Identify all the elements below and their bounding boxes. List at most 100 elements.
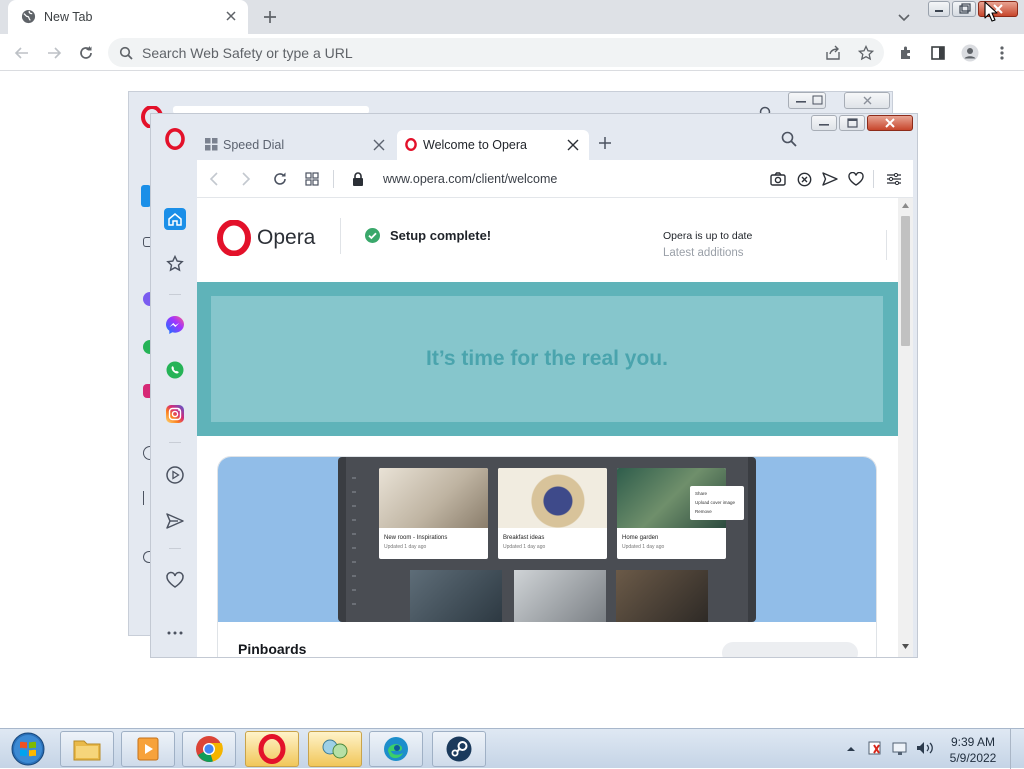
page-header: Opera Setup complete! Opera is up to dat… <box>197 198 898 282</box>
pin-context-menu: Share Upload cover image Remove <box>690 486 744 520</box>
speed-dial-grid-icon[interactable] <box>303 170 321 188</box>
pinboards-card: New room - Inspirations Updated 1 day ag… <box>217 456 877 657</box>
chrome-tab-title: New Tab <box>44 10 93 24</box>
player-icon[interactable] <box>164 464 186 486</box>
pin-subtitle: Updated 1 day ago <box>622 544 665 550</box>
page-scrollbar[interactable] <box>898 198 913 657</box>
pin-card: Breakfast ideas Updated 1 day ago <box>498 468 607 559</box>
opera-logo-icon[interactable] <box>165 128 185 150</box>
easy-setup-icon[interactable] <box>885 170 903 188</box>
extensions-icon[interactable] <box>896 43 916 63</box>
pinboards-illustration: New room - Inspirations Updated 1 day ag… <box>218 457 876 622</box>
whatsapp-icon[interactable] <box>164 359 186 381</box>
sidebar-bookmarks-star-icon[interactable] <box>164 253 186 275</box>
latest-additions-link[interactable]: Latest additions <box>663 247 744 259</box>
screen: New room - Inspirations Updated 1 day ag… <box>346 457 748 622</box>
side-panel-icon[interactable] <box>928 43 948 63</box>
restore-button[interactable] <box>952 1 976 17</box>
scroll-up-icon[interactable] <box>902 203 909 208</box>
pinboards-action-button[interactable] <box>722 642 858 657</box>
taskbar-file-explorer[interactable] <box>60 731 114 767</box>
globe-icon <box>21 9 36 24</box>
start-button[interactable] <box>3 730 53 768</box>
send-flow-icon[interactable] <box>164 510 186 532</box>
tab-search-icon[interactable] <box>781 131 797 147</box>
close-tab-icon[interactable] <box>224 9 238 23</box>
maximize-button[interactable] <box>839 115 865 131</box>
opera-favicon-icon <box>405 138 417 151</box>
mouse-cursor-icon <box>984 1 998 23</box>
show-desktop-button[interactable] <box>1010 729 1024 769</box>
windows-taskbar: 9:39 AM 5/9/2022 <box>0 728 1024 769</box>
address-bar[interactable]: Search Web Safety or type a URL <box>108 38 884 67</box>
toolbar-divider <box>333 170 334 188</box>
bookmark-star-icon[interactable] <box>856 43 876 63</box>
minimize-button[interactable] <box>928 1 950 17</box>
scrollbar-thumb[interactable] <box>901 216 910 346</box>
url-text[interactable]: www.opera.com/client/welcome <box>383 172 557 186</box>
sidebar-home-icon[interactable] <box>164 208 186 230</box>
more-dots-icon[interactable] <box>164 622 186 644</box>
pin-title: New room - Inspirations <box>384 535 448 541</box>
background-minimize-button[interactable] <box>788 92 826 109</box>
reload-icon[interactable] <box>271 170 289 188</box>
close-tab-icon[interactable] <box>567 139 579 151</box>
setup-status-text: Setup complete! <box>390 228 492 243</box>
taskbar-edge[interactable] <box>369 731 423 767</box>
send-icon[interactable] <box>821 170 839 188</box>
chrome-toolbar: Search Web Safety or type a URL <box>0 34 1024 71</box>
taskbar-chrome[interactable] <box>182 731 236 767</box>
taskbar-app-5[interactable] <box>308 731 362 767</box>
heart-icon[interactable] <box>164 569 186 591</box>
menu-kebab-icon[interactable] <box>992 43 1012 63</box>
pin-title: Breakfast ideas <box>503 535 545 541</box>
instagram-icon[interactable] <box>164 403 186 425</box>
taskbar-clock[interactable]: 9:39 AM 5/9/2022 <box>946 734 1000 766</box>
header-divider <box>340 218 341 254</box>
close-tab-icon[interactable] <box>373 139 385 151</box>
taskbar-steam[interactable] <box>432 731 486 767</box>
opera-brand[interactable]: Opera <box>217 220 315 256</box>
pin-subtitle: Updated 1 day ago <box>503 544 546 550</box>
forward-icon[interactable] <box>44 43 64 63</box>
folder-icon <box>73 740 101 761</box>
snapshot-camera-icon[interactable] <box>769 170 787 188</box>
pin-photo-row2 <box>514 570 606 622</box>
header-divider <box>886 230 887 260</box>
lock-icon[interactable] <box>349 170 367 188</box>
brand-name: Opera <box>257 226 316 249</box>
profile-avatar-icon[interactable] <box>960 43 980 63</box>
tab-welcome-to-opera[interactable]: Welcome to Opera <box>397 130 589 160</box>
opera-sidebar <box>151 114 197 657</box>
new-tab-button[interactable] <box>598 136 612 150</box>
taskbar-media-player[interactable] <box>121 731 175 767</box>
forward-icon[interactable] <box>237 170 255 188</box>
chrome-icon <box>196 736 223 762</box>
ad-blocker-icon[interactable] <box>795 170 813 188</box>
chrome-tab-strip: New Tab <box>0 0 1024 34</box>
chrome-tab-new-tab[interactable]: New Tab <box>8 0 248 34</box>
edge-icon <box>384 737 408 761</box>
share-icon[interactable] <box>823 43 843 63</box>
chevron-down-icon[interactable] <box>896 9 912 25</box>
tab-label: Speed Dial <box>223 138 285 152</box>
heart-icon[interactable] <box>847 170 865 188</box>
scroll-down-icon[interactable] <box>902 644 909 649</box>
opera-window: Speed Dial Welcome to Opera www.opera.co… <box>150 113 918 658</box>
back-icon[interactable] <box>12 43 32 63</box>
hero-banner: It’s time for the real you. <box>197 282 898 436</box>
pin-photo-row2 <box>410 570 502 622</box>
tab-speed-dial[interactable]: Speed Dial <box>197 130 395 160</box>
new-tab-button[interactable] <box>260 7 280 27</box>
pin-photo-bowl <box>498 468 607 528</box>
sidebar-separator <box>169 548 181 549</box>
close-window-button[interactable] <box>867 115 913 131</box>
back-icon[interactable] <box>205 170 223 188</box>
minimize-button[interactable] <box>811 115 837 131</box>
messenger-icon[interactable] <box>164 314 186 336</box>
background-close-button[interactable] <box>844 92 890 109</box>
reload-icon[interactable] <box>76 43 96 63</box>
taskbar-opera[interactable] <box>245 731 299 767</box>
hero-inner: It’s time for the real you. <box>211 296 883 422</box>
pin-photo-row2 <box>616 570 708 622</box>
